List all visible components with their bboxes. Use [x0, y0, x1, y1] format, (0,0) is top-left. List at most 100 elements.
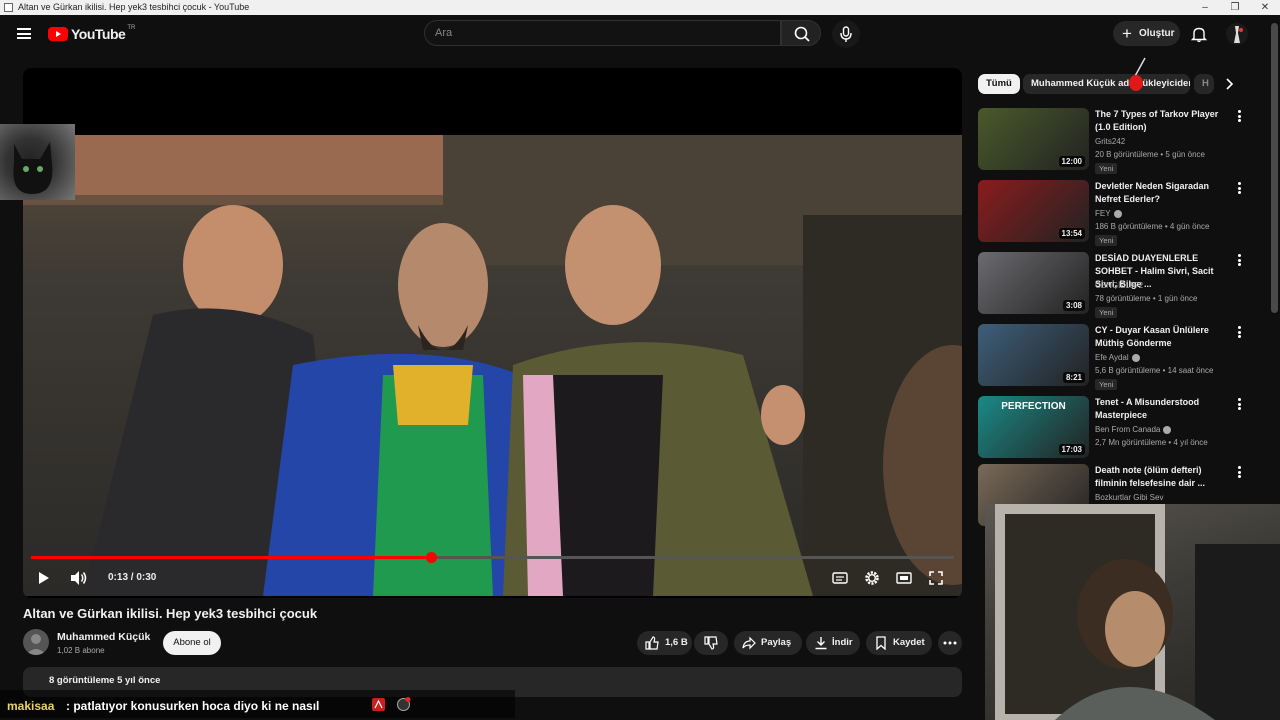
- bell-icon[interactable]: [1190, 25, 1208, 43]
- channel-avatar-image: [26, 634, 46, 655]
- minimize-button[interactable]: –: [1190, 0, 1220, 15]
- download-button[interactable]: İndir: [806, 631, 860, 655]
- recommendation-item[interactable]: 3:08 DESİAD DUAYENLERLE SOHBET - Halim Si…: [978, 252, 1268, 318]
- recommendation-thumbnail[interactable]: 8:21: [978, 324, 1089, 386]
- more-actions-button[interactable]: [938, 631, 962, 655]
- youtube-logo[interactable]: YouTube TR: [48, 25, 135, 42]
- recommendation-title[interactable]: The 7 Types of Tarkov Player (1.0 Editio…: [1095, 108, 1229, 134]
- views-date: 8 görüntüleme 5 yıl önce: [49, 675, 161, 686]
- recommendation-item[interactable]: 13:54 Devletler Neden Sigaradan Nefret Ed…: [978, 180, 1268, 246]
- duration-badge: 8:21: [1062, 372, 1085, 383]
- new-badge: Yeni: [1095, 379, 1118, 390]
- video-player[interactable]: 0:13 / 0:30: [23, 68, 962, 598]
- recommendation-channel-row: Efe Aydal: [1095, 353, 1140, 362]
- progress-fill: [31, 556, 431, 559]
- search-icon: [794, 26, 810, 42]
- voice-search-button[interactable]: [832, 20, 860, 48]
- chat-username: makisaa: [7, 699, 55, 713]
- microphone-icon: [840, 26, 852, 42]
- recommendation-item[interactable]: 12:00 The 7 Types of Tarkov Player (1.0 E…: [978, 108, 1268, 174]
- recommendation-thumbnail[interactable]: 13:54: [978, 180, 1089, 242]
- progress-scrubber[interactable]: [425, 552, 437, 563]
- share-icon: [742, 636, 756, 650]
- close-button[interactable]: ✕: [1250, 0, 1280, 15]
- recommendation-channel-row: FEY: [1095, 209, 1122, 218]
- recommendation-thumbnail[interactable]: 12:00: [978, 108, 1089, 170]
- subtitles-icon[interactable]: [832, 568, 848, 588]
- recommendation-title[interactable]: Death note (ölüm defteri) filminin felse…: [1095, 464, 1229, 490]
- chip-from-uploader[interactable]: Muhammed Küçük adlı yükleyiciden: [1023, 74, 1190, 94]
- recommendation-thumbnail[interactable]: 3:08: [978, 252, 1089, 314]
- recommendation-meta: 78 görüntüleme • 1 gün önce: [1095, 294, 1198, 303]
- video-frame[interactable]: [23, 135, 962, 596]
- volume-icon[interactable]: [69, 568, 89, 588]
- plus-icon: +: [1122, 24, 1132, 43]
- subscriber-count: 1,02 B abone: [57, 646, 105, 655]
- recommendation-channel-row: Ben From Canada: [1095, 425, 1172, 434]
- save-label: Kaydet: [893, 637, 925, 648]
- share-button[interactable]: Paylaş: [734, 631, 802, 655]
- window-titlebar: Altan ve Gürkan ikilisi. Hep yek3 tesbih…: [0, 0, 1280, 15]
- recommendation-channel[interactable]: CENGİZ1972: [1095, 281, 1143, 290]
- account-avatar[interactable]: [1226, 23, 1248, 45]
- pdf-taskbar-icon: [372, 698, 385, 711]
- maximize-button[interactable]: ❐: [1220, 0, 1250, 15]
- more-vertical-icon[interactable]: [1237, 254, 1243, 268]
- play-icon[interactable]: [37, 568, 51, 588]
- more-vertical-icon[interactable]: [1237, 110, 1243, 124]
- page-scrollbar[interactable]: [1271, 23, 1278, 313]
- more-vertical-icon[interactable]: [1237, 326, 1243, 340]
- duration-badge: 13:54: [1058, 228, 1085, 239]
- logo-text: YouTube: [71, 26, 126, 42]
- recommendation-thumbnail[interactable]: PERFECTION 17:03: [978, 396, 1089, 458]
- fullscreen-icon[interactable]: [928, 568, 944, 588]
- app-icon: [4, 3, 13, 12]
- avatar-figure-icon: [1234, 26, 1243, 43]
- streamer-image: [995, 504, 1280, 720]
- create-button[interactable]: + Oluştur: [1113, 21, 1180, 46]
- more-horizontal-icon: [943, 641, 957, 645]
- recommendation-item[interactable]: 8:21 CY - Duyar Kasan Ünlülere Müthiş Gön…: [978, 324, 1268, 390]
- download-label: İndir: [832, 637, 853, 648]
- recommendation-title[interactable]: CY - Duyar Kasan Ünlülere Müthiş Gönderm…: [1095, 324, 1229, 350]
- progress-bar[interactable]: [31, 552, 954, 563]
- chip-all[interactable]: Tümü: [978, 74, 1020, 94]
- thumbnail-text: PERFECTION: [1001, 401, 1066, 412]
- recommendation-channel[interactable]: FEY: [1095, 209, 1111, 218]
- create-label: Oluştur: [1139, 28, 1175, 39]
- more-vertical-icon[interactable]: [1237, 466, 1243, 480]
- like-button[interactable]: 1,6 B: [637, 631, 692, 655]
- cat-webcam-overlay: [0, 124, 75, 200]
- window-title: Altan ve Gürkan ikilisi. Hep yek3 tesbih…: [18, 2, 250, 12]
- verified-check-icon: [1131, 353, 1140, 362]
- verified-check-icon: [1113, 209, 1122, 218]
- recommendation-title[interactable]: Devletler Neden Sigaradan Nefret Ederler…: [1095, 180, 1229, 206]
- recommendation-channel-row: Grits242: [1095, 137, 1125, 146]
- search-input[interactable]: [425, 21, 780, 45]
- duration-badge: 12:00: [1058, 156, 1085, 167]
- recommendation-item[interactable]: PERFECTION 17:03 Tenet - A Misunderstood M…: [978, 396, 1268, 462]
- obs-taskbar-icon: [397, 697, 411, 711]
- search-button[interactable]: [781, 20, 821, 46]
- recommendation-channel[interactable]: Bozkurtlar Gibi Sev: [1095, 493, 1163, 502]
- chip-more[interactable]: H: [1194, 74, 1214, 94]
- menu-icon[interactable]: [17, 28, 31, 39]
- subscribe-button[interactable]: Abone ol: [163, 631, 221, 655]
- video-title: Altan ve Gürkan ikilisi. Hep yek3 tesbih…: [23, 606, 318, 621]
- chevron-right-icon[interactable]: [1222, 77, 1236, 91]
- channel-name[interactable]: Muhammed Küçük: [57, 631, 150, 643]
- more-vertical-icon[interactable]: [1237, 398, 1243, 412]
- cat-image: [13, 142, 53, 194]
- new-badge: Yeni: [1095, 163, 1118, 174]
- dislike-button[interactable]: [694, 631, 728, 655]
- recommendation-title[interactable]: Tenet - A Misunderstood Masterpiece: [1095, 396, 1229, 422]
- chat-message: : patlatıyor konusurken hoca diyo ki ne …: [66, 699, 320, 713]
- recommendation-channel[interactable]: Grits242: [1095, 137, 1125, 146]
- more-vertical-icon[interactable]: [1237, 182, 1243, 196]
- settings-gear-icon[interactable]: [864, 568, 880, 588]
- save-button[interactable]: Kaydet: [866, 631, 932, 655]
- recommendation-channel[interactable]: Ben From Canada: [1095, 425, 1160, 434]
- theater-mode-icon[interactable]: [896, 568, 912, 588]
- recommendation-channel[interactable]: Efe Aydal: [1095, 353, 1129, 362]
- channel-avatar[interactable]: [23, 629, 49, 655]
